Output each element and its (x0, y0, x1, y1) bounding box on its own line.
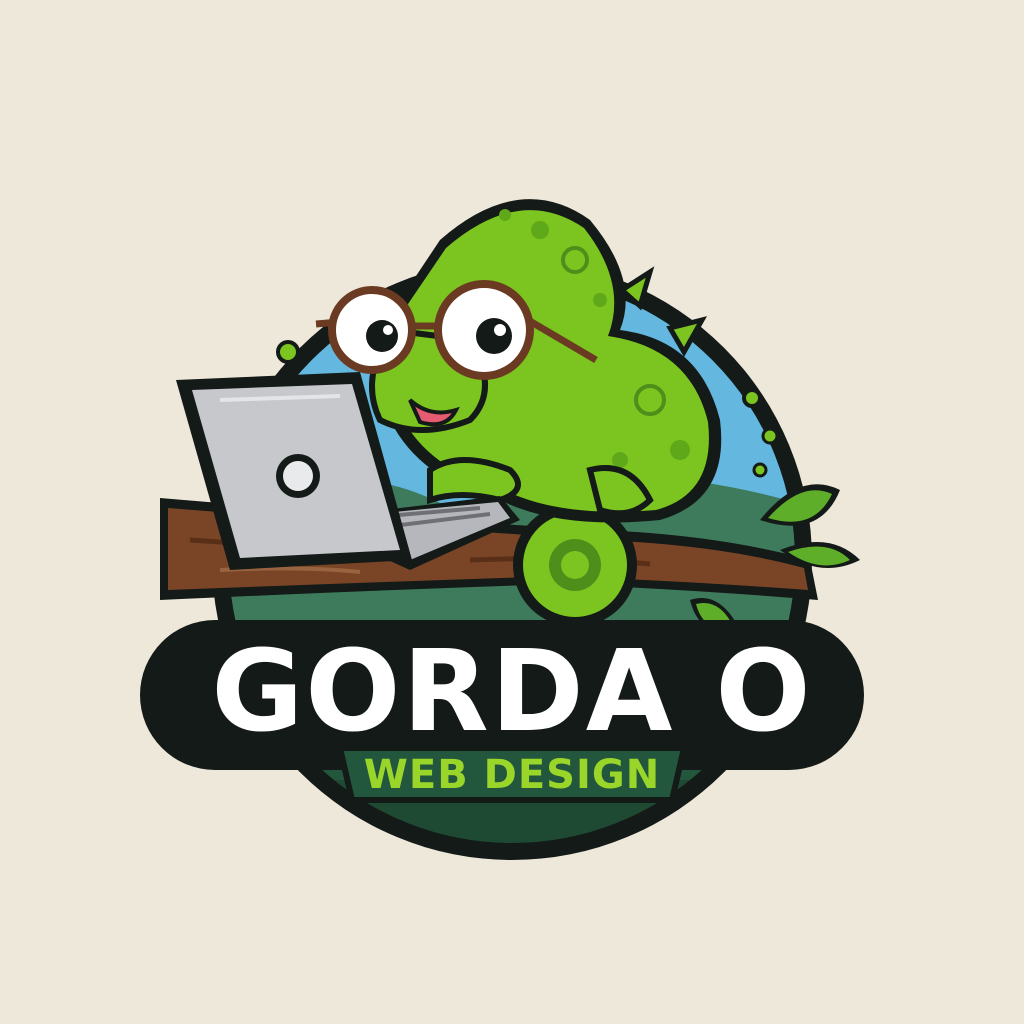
brand-wordmark: GORDA O (211, 627, 812, 757)
gordao-logo: GORDA O WEB DESIGN (140, 199, 864, 860)
logo-canvas: GORDA O WEB DESIGN (0, 0, 1024, 1024)
brand-tagline: WEB DESIGN (364, 752, 660, 798)
